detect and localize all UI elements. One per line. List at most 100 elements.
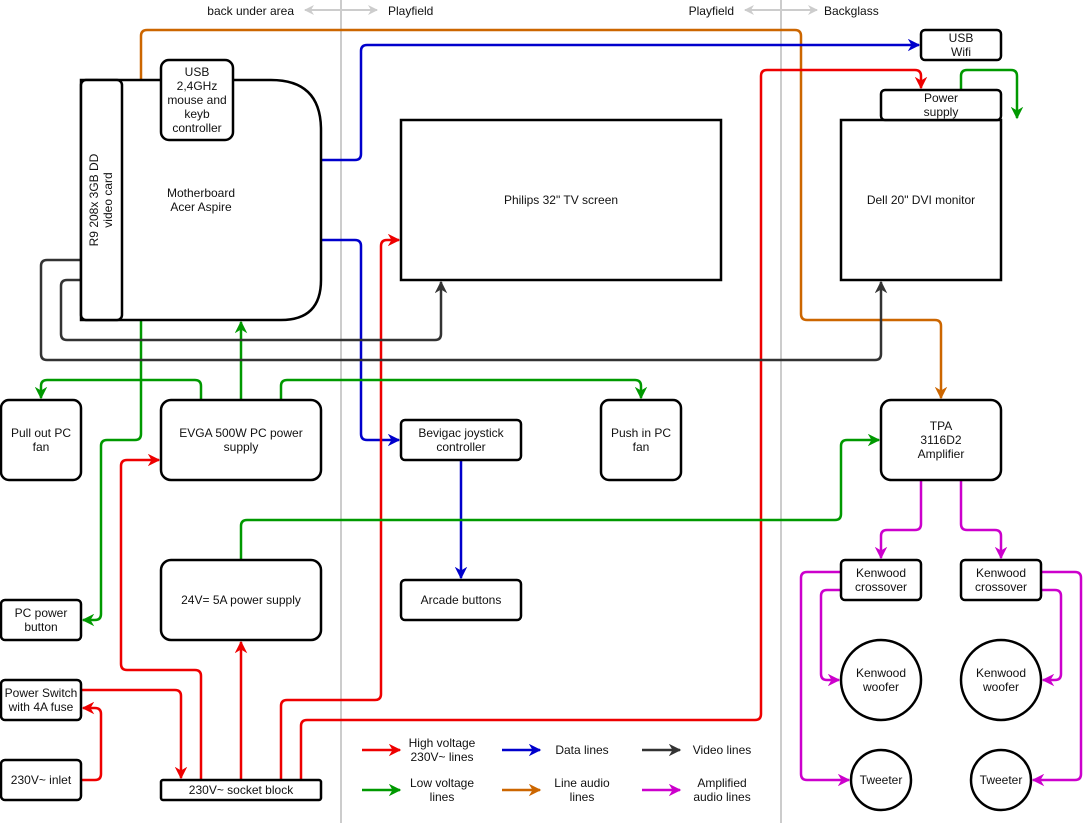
video-card-label-line: video card bbox=[101, 172, 115, 227]
legend-label-line: audio lines bbox=[693, 790, 750, 804]
psu-24v-label-line: 24V= 5A power supply bbox=[181, 593, 301, 607]
edge-crossover-to-woofer-left bbox=[819, 588, 841, 687]
node-usb-wifi: USB Wifi bbox=[919, 28, 1003, 62]
dell-monitor-label: Dell 20" DVI monitor bbox=[867, 193, 975, 207]
zone-label-back-under-area: back under area bbox=[207, 4, 294, 18]
pc-power-button-label-line: PC power bbox=[15, 606, 68, 620]
monitor-psu-label-line: supply bbox=[924, 105, 959, 119]
socket-block-label: 230V~ socket block bbox=[189, 783, 294, 797]
woofer-right-label-line: woofer bbox=[982, 680, 1019, 694]
video-card-label-line: R9 208x 3GB DD bbox=[87, 153, 101, 246]
legend-label: Low voltage lines bbox=[410, 776, 474, 804]
legend-label-line: Data lines bbox=[555, 743, 608, 757]
arcade-buttons-label-line: Arcade buttons bbox=[421, 593, 502, 607]
edge-hv-switch-to-socket bbox=[81, 688, 188, 780]
legend-label-line: Video lines bbox=[693, 743, 752, 757]
socket-block-label-line: 230V~ socket block bbox=[189, 783, 294, 797]
crossover-left-label-line: Kenwood bbox=[856, 566, 906, 580]
evga-psu-label-line: supply bbox=[224, 440, 259, 454]
monitor-psu-label: Power supply bbox=[924, 91, 959, 119]
legend-label: High voltage 230V~ lines bbox=[409, 736, 476, 764]
node-arcade-buttons: Arcade buttons bbox=[399, 578, 523, 622]
monitor-psu-label-line: Power bbox=[924, 91, 958, 105]
tv-screen-label-line: Philips 32" TV screen bbox=[504, 193, 618, 207]
node-pc-power-button: PC power button bbox=[0, 598, 83, 642]
node-crossover-right: Kenwood crossover bbox=[959, 558, 1043, 602]
node-socket-block: 230V~ socket block bbox=[159, 778, 323, 802]
node-inlet: 230V~ inlet bbox=[0, 758, 83, 802]
push-in-fan-label-line: fan bbox=[633, 440, 650, 454]
arcade-buttons-label: Arcade buttons bbox=[421, 593, 502, 607]
woofer-left-label-line: woofer bbox=[862, 680, 899, 694]
power-switch-label-line: with 4A fuse bbox=[8, 700, 74, 714]
edge-lv-24v-to-amplifier bbox=[239, 433, 881, 560]
node-dell-monitor: Dell 20" DVI monitor bbox=[839, 118, 1003, 282]
amplifier-label-line: 3116D2 bbox=[920, 433, 961, 447]
legend: High voltage 230V~ lines Data lines Video l… bbox=[362, 736, 751, 804]
wiring-diagram: Motherboard Acer Aspire R9 208x 3GB DDvide… bbox=[0, 0, 1091, 823]
legend-label-line: Line audio bbox=[554, 776, 610, 790]
usb-controller-label-line: keyb bbox=[184, 107, 210, 121]
joystick-controller-label-line: Bevigac joystick bbox=[418, 426, 504, 440]
zone-label-playfield: Playfield bbox=[388, 4, 433, 18]
node-monitor-psu: Power supply bbox=[879, 88, 1003, 122]
pc-power-button-label-line: button bbox=[24, 620, 57, 634]
node-woofer-left: Kenwood woofer bbox=[839, 638, 923, 722]
amplifier-label-line: TPA bbox=[930, 419, 952, 433]
zone-label-playfield: Playfield bbox=[689, 4, 734, 18]
joystick-controller-label-line: controller bbox=[436, 440, 485, 454]
motherboard-label-line: Motherboard bbox=[167, 186, 235, 200]
power-switch-label-line: Power Switch bbox=[5, 686, 78, 700]
tweeter-right-label: Tweeter bbox=[980, 773, 1023, 787]
crossover-left-label-line: crossover bbox=[855, 580, 907, 594]
edge-lv-to-pull-fan bbox=[34, 378, 203, 400]
node-woofer-right: Kenwood woofer bbox=[959, 638, 1043, 722]
crossover-right-label: Kenwood crossover bbox=[975, 566, 1027, 594]
crossover-right-label-line: crossover bbox=[975, 580, 1027, 594]
node-video-card: R9 208x 3GB DDvideo card bbox=[79, 78, 124, 322]
edge-lv-to-push-fan bbox=[279, 378, 648, 400]
tweeter-left-label: Tweeter bbox=[860, 773, 903, 787]
legend-label: Line audio lines bbox=[554, 776, 610, 804]
psu-24v-label: 24V= 5A power supply bbox=[181, 593, 301, 607]
usb-wifi-label: USB Wifi bbox=[949, 31, 974, 59]
motherboard-label: Motherboard Acer Aspire bbox=[167, 186, 235, 214]
crossover-left-label: Kenwood crossover bbox=[855, 566, 907, 594]
node-tv-screen: Philips 32" TV screen bbox=[399, 118, 723, 282]
usb-controller-label-line: controller bbox=[172, 121, 221, 135]
push-in-fan-label-line: Push in PC bbox=[611, 426, 671, 440]
woofer-right-label: Kenwood woofer bbox=[976, 666, 1026, 694]
usb-controller-label-line: mouse and bbox=[167, 93, 226, 107]
legend-label-line: Low voltage bbox=[410, 776, 474, 790]
dell-monitor-label-line: Dell 20" DVI monitor bbox=[867, 193, 975, 207]
woofer-right-label-line: Kenwood bbox=[976, 666, 1026, 680]
node-crossover-left: Kenwood crossover bbox=[839, 558, 923, 602]
edge-hv-inlet-to-switch bbox=[81, 701, 103, 782]
node-psu-24v: 24V= 5A power supply bbox=[159, 558, 323, 642]
edge-amp-to-crossover-left bbox=[874, 480, 923, 560]
power-switch-label: Power Switch with 4A fuse bbox=[5, 686, 78, 714]
evga-psu-label-line: EVGA 500W PC power bbox=[179, 426, 302, 440]
legend-label-line: Amplified bbox=[697, 776, 746, 790]
legend-label-line: High voltage bbox=[409, 736, 476, 750]
node-amplifier: TPA 3116D2 Amplifier bbox=[879, 398, 1003, 482]
tweeter-left-label-line: Tweeter bbox=[860, 773, 903, 787]
node-tweeter-right: Tweeter bbox=[969, 748, 1033, 812]
node-pull-out-fan: Pull out PC fan bbox=[0, 398, 83, 482]
tv-screen-label: Philips 32" TV screen bbox=[504, 193, 618, 207]
edge-crossover-to-woofer-right bbox=[1041, 588, 1063, 687]
legend-label-line: lines bbox=[570, 790, 595, 804]
node-joystick-controller: Bevigac joystick controller bbox=[399, 418, 523, 462]
tweeter-right-label-line: Tweeter bbox=[980, 773, 1023, 787]
usb-wifi-label-line: Wifi bbox=[951, 45, 971, 59]
diagram-canvas: Motherboard Acer Aspire R9 208x 3GB DDvide… bbox=[0, 0, 1083, 823]
node-power-switch: Power Switch with 4A fuse bbox=[0, 678, 83, 722]
legend-label: Amplified audio lines bbox=[693, 776, 750, 804]
woofer-left-label: Kenwood woofer bbox=[856, 666, 906, 694]
zone-label-backglass: Backglass bbox=[824, 4, 879, 18]
pull-out-fan-label-line: Pull out PC bbox=[11, 426, 71, 440]
pull-out-fan-label-line: fan bbox=[33, 440, 50, 454]
legend-label: Data lines bbox=[555, 743, 608, 757]
usb-controller-label-line: USB bbox=[185, 65, 210, 79]
edge-amp-to-crossover-right bbox=[959, 480, 1008, 560]
